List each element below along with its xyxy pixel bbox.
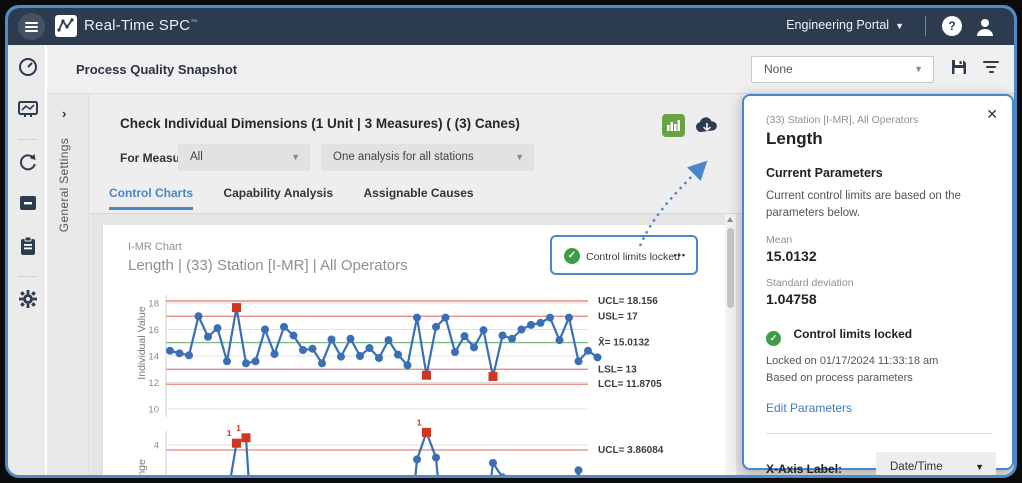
check-circle-icon: ✓	[766, 331, 781, 346]
std-value: 1.04758	[766, 291, 992, 307]
analysis-chart-icon[interactable]	[662, 114, 685, 137]
vertical-scrollbar[interactable]	[725, 214, 736, 475]
svg-text:18: 18	[148, 299, 159, 310]
page-title: Process Quality Snapshot	[76, 62, 237, 77]
top-nav-bar: Real-Time SPC™ Engineering Portal▼ ?	[8, 8, 1014, 45]
imr-chart-card: I-MR Chart Length | (33) Station [I-MR] …	[103, 225, 733, 478]
svg-text:LCL= 11.8705: LCL= 11.8705	[598, 379, 662, 390]
tab-control-charts[interactable]: Control Charts	[109, 186, 193, 210]
svg-text:1: 1	[417, 417, 422, 427]
tab-capability-analysis[interactable]: Capability Analysis	[223, 186, 333, 207]
analysis-mode-select[interactable]: One analysis for all stations▼	[321, 144, 534, 171]
portal-dropdown[interactable]: Engineering Portal▼	[786, 18, 904, 32]
mean-label: Mean	[766, 234, 992, 246]
dashboard-gauge-icon[interactable]	[8, 57, 47, 87]
std-label: Standard deviation	[766, 277, 992, 289]
rail-divider	[18, 139, 36, 140]
chevron-right-icon[interactable]: ›	[62, 106, 66, 121]
svg-text:10: 10	[148, 405, 159, 416]
svg-text:UCL= 18.156: UCL= 18.156	[598, 296, 658, 307]
scroll-up-arrow-icon[interactable]	[727, 217, 733, 222]
svg-text:16: 16	[148, 325, 159, 336]
svg-text:12: 12	[148, 378, 159, 389]
chevron-down-icon: ▼	[975, 452, 984, 478]
svg-text:UCL= 3.86084: UCL= 3.86084	[598, 445, 664, 456]
xaxis-label: X-Axis Label:	[766, 462, 842, 476]
svg-text:14: 14	[148, 352, 159, 363]
mean-value: 15.0132	[766, 248, 992, 264]
panel-title: Length	[766, 129, 992, 149]
svg-text:USL= 17: USL= 17	[598, 311, 638, 322]
app-window: Real-Time SPC™ Engineering Portal▼ ? Pro…	[5, 5, 1017, 478]
svg-text:X̄= 15.0132: X̄= 15.0132	[598, 336, 650, 348]
tab-bar: Control Charts Capability Analysis Assig…	[109, 184, 500, 210]
current-parameters-heading: Current Parameters	[766, 166, 992, 180]
svg-text:Individual Value: Individual Value	[136, 306, 148, 380]
general-settings-label: General Settings	[57, 138, 71, 232]
app-logo-icon[interactable]	[55, 15, 77, 37]
chevron-down-icon: ▼	[515, 144, 524, 171]
locked-status-row: ✓ Control limits locked	[766, 325, 992, 346]
svg-text:LSL= 13: LSL= 13	[598, 364, 637, 375]
close-icon[interactable]: ✕	[986, 106, 998, 123]
chevron-down-icon: ▼	[914, 57, 923, 82]
hamburger-menu-icon[interactable]	[18, 13, 45, 40]
clipboard-icon[interactable]	[8, 236, 47, 266]
filter-icon[interactable]	[982, 61, 1000, 75]
chart-board-icon[interactable]	[8, 99, 47, 129]
save-button[interactable]	[950, 58, 968, 81]
svg-text:4: 4	[154, 441, 159, 452]
imr-control-chart[interactable]: 1012141618UCL= 18.156USL= 17X̄= 15.0132L…	[103, 225, 733, 478]
panel-divider	[766, 433, 992, 434]
edit-parameters-link[interactable]: Edit Parameters	[766, 401, 852, 415]
left-icon-rail	[8, 45, 47, 475]
xaxis-row: X-Axis Label: Date/Time▼	[766, 460, 992, 478]
page-toolbar: Process Quality Snapshot None▼	[47, 45, 1014, 94]
help-icon[interactable]: ?	[942, 16, 962, 36]
locked-details: Locked on 01/17/2024 11:33:18 am Based o…	[766, 353, 992, 386]
archive-box-icon[interactable]	[8, 194, 47, 224]
locked-basis-text: Based on process parameters	[766, 372, 913, 384]
user-icon[interactable]	[974, 16, 996, 38]
topbar-divider	[925, 16, 926, 36]
sync-icon[interactable]	[8, 152, 47, 182]
settings-gear-icon[interactable]	[8, 289, 47, 319]
trademark: ™	[190, 19, 197, 26]
parameters-panel: ✕ (33) Station [I-MR], All Operators Len…	[742, 94, 1014, 470]
panel-eyebrow: (33) Station [I-MR], All Operators	[766, 114, 992, 126]
measure-select[interactable]: All▼	[178, 144, 310, 171]
svg-text:1: 1	[227, 428, 232, 438]
chevron-down-icon: ▼	[291, 144, 300, 171]
svg-text:1: 1	[236, 423, 241, 433]
scrollbar-thumb[interactable]	[727, 228, 734, 308]
app-title: Real-Time SPC™	[84, 17, 197, 34]
parameters-description: Current control limits are based on the …	[766, 188, 991, 221]
preset-select[interactable]: None▼	[751, 56, 934, 83]
svg-text:Moving Range: Moving Range	[136, 459, 148, 478]
general-settings-rail[interactable]: › General Settings	[49, 94, 89, 475]
rail-divider	[18, 276, 36, 277]
page-heading: Check Individual Dimensions (1 Unit | 3 …	[120, 116, 520, 131]
locked-status-label: Control limits locked	[793, 327, 912, 341]
tab-assignable-causes[interactable]: Assignable Causes	[364, 186, 474, 207]
xaxis-select[interactable]: Date/Time▼	[876, 452, 996, 478]
locked-on-text: Locked on 01/17/2024 11:33:18 am	[766, 355, 938, 367]
chevron-down-icon: ▼	[895, 21, 904, 31]
cloud-download-icon[interactable]	[694, 114, 720, 137]
